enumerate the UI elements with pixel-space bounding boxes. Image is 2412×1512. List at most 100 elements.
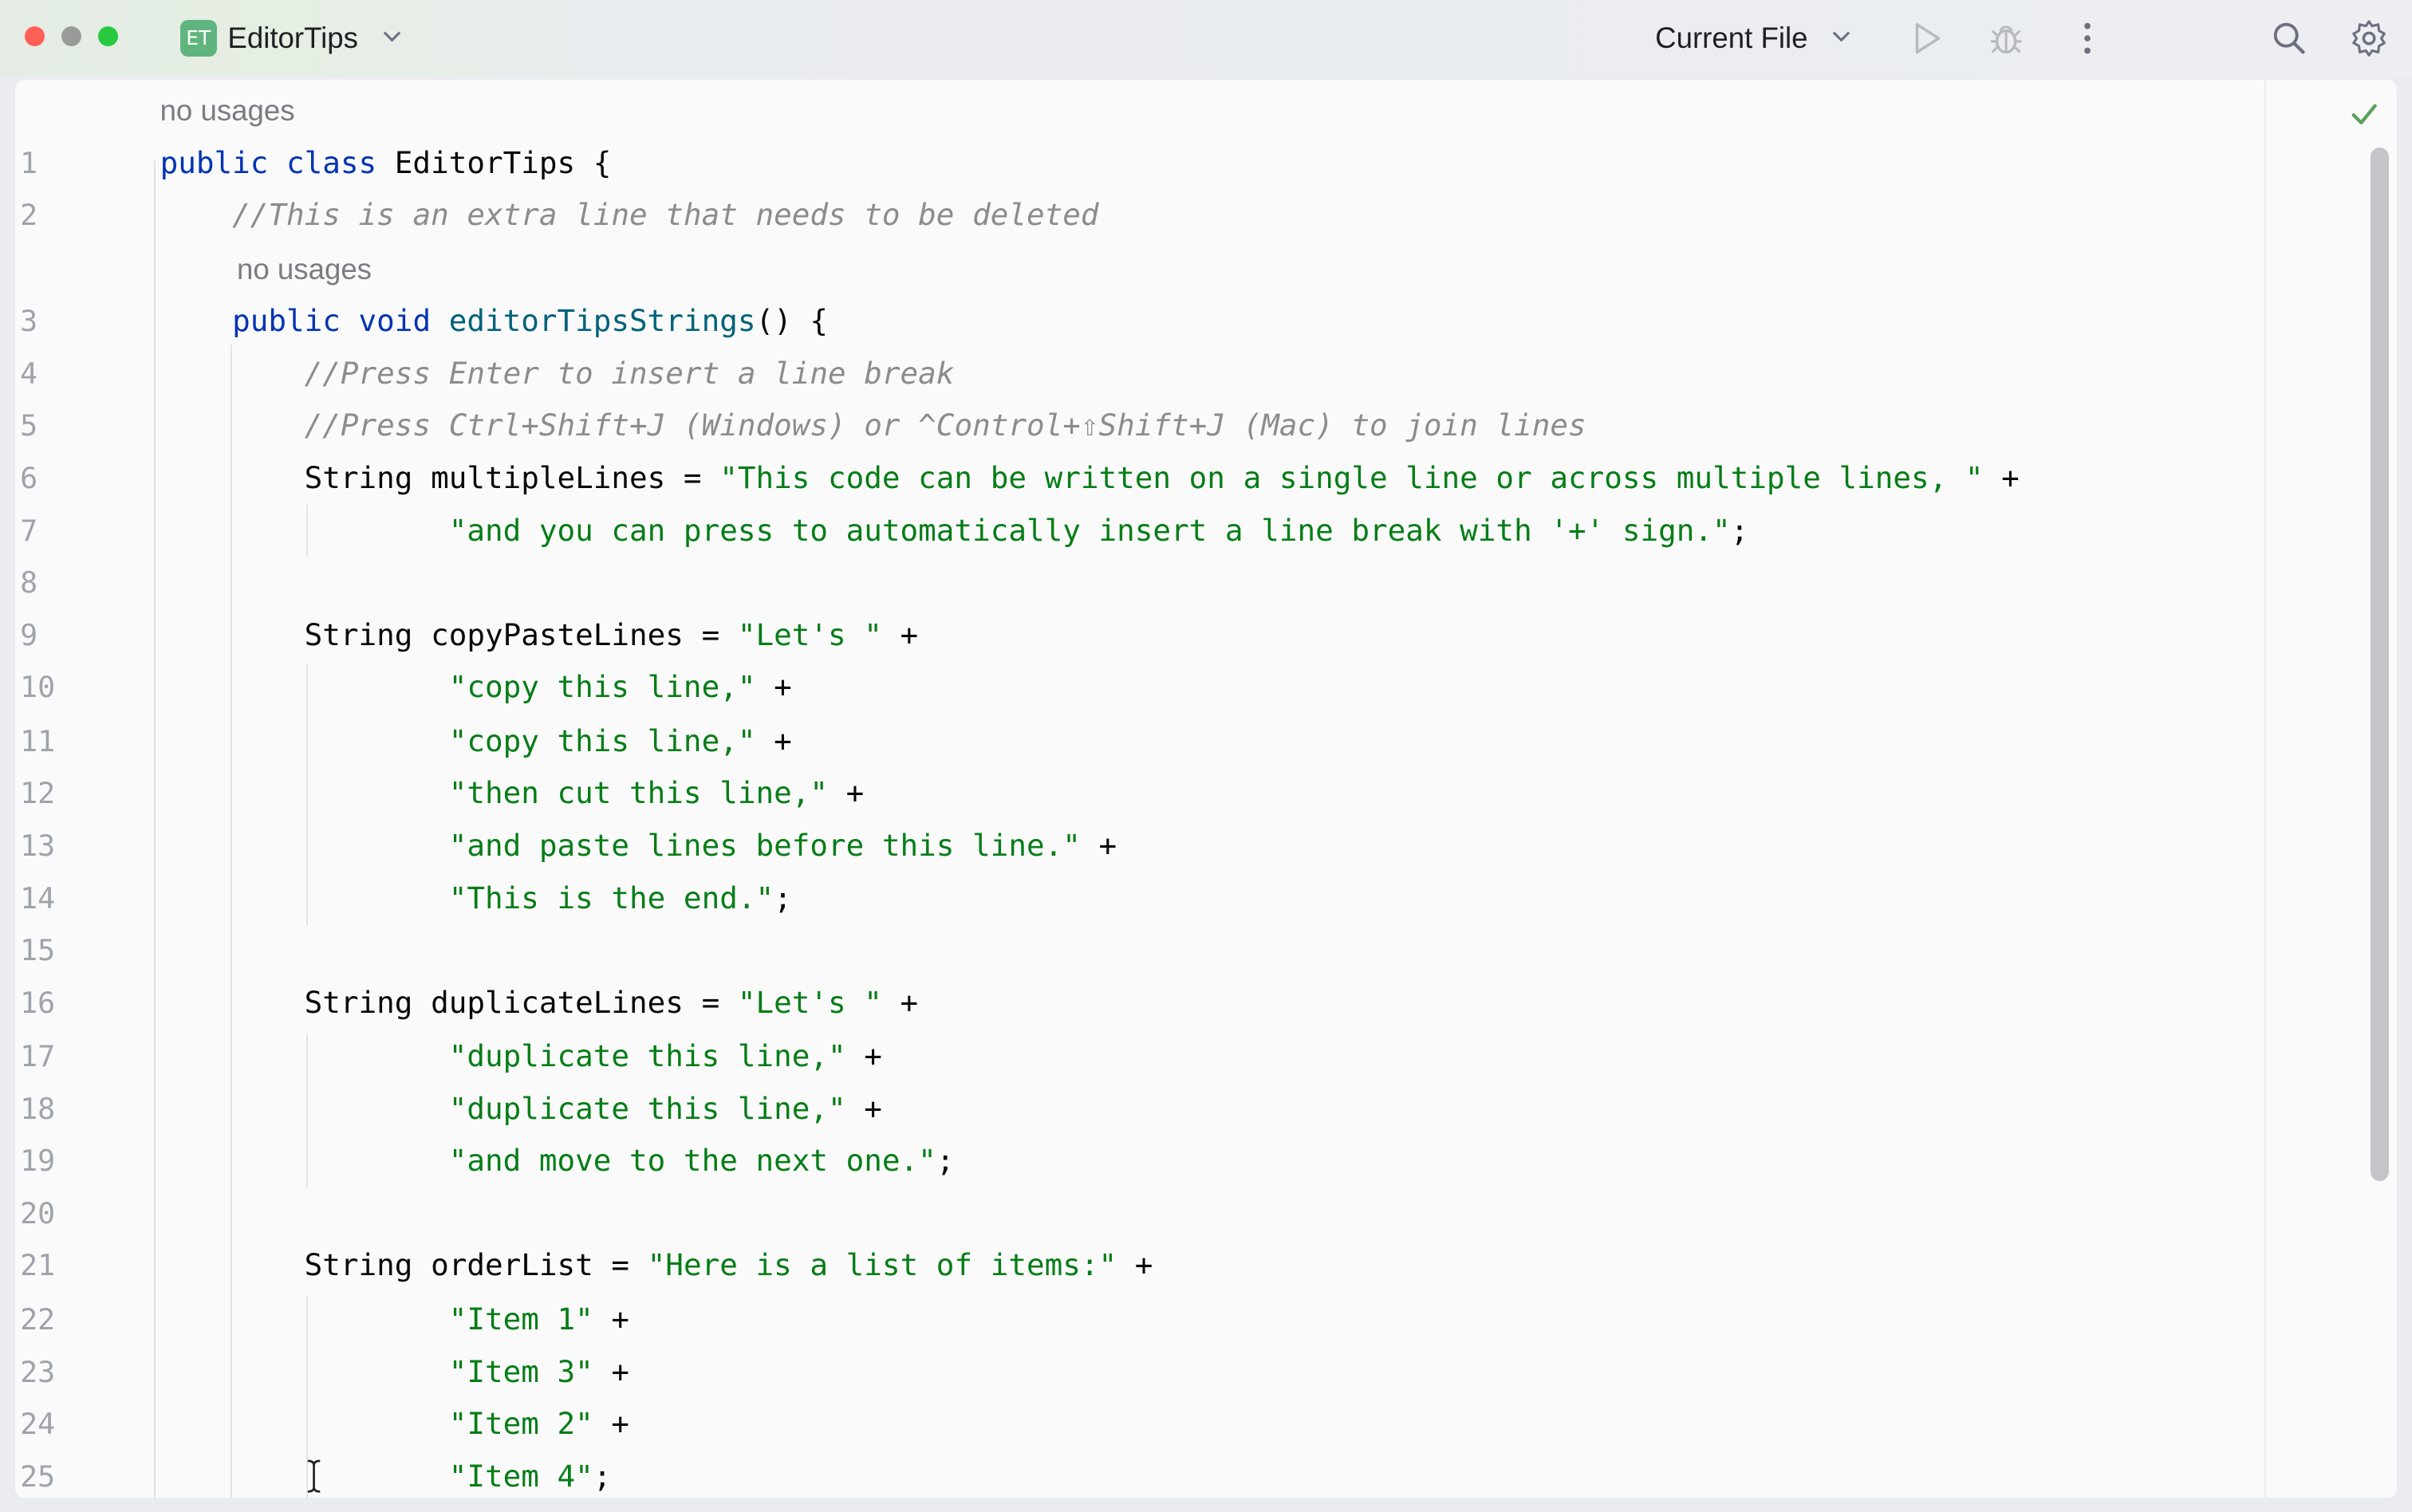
- line-number[interactable]: 12: [20, 767, 81, 820]
- debug-icon[interactable]: [1986, 18, 2026, 58]
- line-number[interactable]: 11: [20, 715, 81, 768]
- code-token: ;: [936, 1143, 955, 1179]
- code-line[interactable]: //Press Enter to insert a line break: [160, 348, 955, 400]
- code-token: ;: [1730, 512, 1749, 548]
- line-number[interactable]: 23: [20, 1346, 81, 1399]
- code-line[interactable]: "This is the end.";: [160, 872, 792, 925]
- code-editor[interactable]: no usages no usages 1 public class Editor…: [15, 80, 2397, 1498]
- string-token: "and paste lines before this line.": [448, 827, 1081, 863]
- code-line[interactable]: "Item 3" +: [160, 1346, 629, 1399]
- line-number[interactable]: 2: [20, 189, 81, 242]
- more-icon[interactable]: [2067, 18, 2107, 58]
- line-number[interactable]: 6: [20, 452, 81, 505]
- line-number[interactable]: 13: [20, 820, 81, 872]
- title-bar: ET EditorTips Current File: [0, 0, 2412, 77]
- chevron-down-icon[interactable]: [381, 25, 403, 46]
- code-line[interactable]: public class EditorTips {: [160, 137, 612, 190]
- line-number[interactable]: 7: [20, 505, 81, 557]
- project-badge[interactable]: ET: [179, 20, 217, 57]
- string-token: "then cut this line,": [448, 775, 829, 811]
- editor-right-gutter: [2264, 80, 2266, 1498]
- code-line[interactable]: public void editorTipsStrings() {: [160, 295, 828, 348]
- line-number[interactable]: 1: [20, 137, 81, 190]
- code-line[interactable]: "then cut this line," +: [160, 767, 865, 820]
- check-icon[interactable]: [2347, 98, 2381, 132]
- code-line[interactable]: "Item 2" +: [160, 1398, 629, 1451]
- line-number[interactable]: 24: [20, 1398, 81, 1451]
- code-line[interactable]: "Item 1" +: [160, 1293, 630, 1346]
- string-token: "This code can be written on a single li…: [719, 460, 1984, 495]
- code-line[interactable]: "and paste lines before this line." +: [160, 820, 1117, 872]
- project-name[interactable]: EditorTips: [227, 20, 358, 57]
- method-name-token: editorTipsStrings: [448, 303, 756, 339]
- code-line[interactable]: "copy this line," +: [160, 661, 792, 714]
- line-number[interactable]: 18: [20, 1083, 81, 1136]
- line-number[interactable]: 4: [20, 348, 81, 400]
- line-number[interactable]: 15: [20, 924, 81, 977]
- usage-hint[interactable]: no usages: [160, 85, 295, 137]
- code-token: EditorTips {: [394, 144, 612, 180]
- settings-icon[interactable]: [2349, 18, 2389, 58]
- code-line[interactable]: String multipleLines = "This code can be…: [160, 452, 2020, 505]
- search-icon[interactable]: [2269, 18, 2309, 58]
- code-token: +: [755, 723, 792, 758]
- line-number[interactable]: 16: [20, 977, 81, 1030]
- line-number[interactable]: 21: [20, 1239, 81, 1292]
- code-line[interactable]: String copyPasteLines = "Let's " +: [160, 609, 919, 662]
- line-number[interactable]: 22: [20, 1293, 81, 1346]
- line-number[interactable]: 8: [20, 557, 81, 609]
- usage-hint[interactable]: no usages: [237, 243, 372, 296]
- code-line[interactable]: "Item 4";: [160, 1451, 612, 1498]
- string-token: "Item 1": [448, 1301, 593, 1337]
- chevron-down-icon[interactable]: [1831, 25, 1852, 46]
- code-line[interactable]: //Press Ctrl+Shift+J (Windows) or ^Contr…: [160, 400, 1586, 452]
- code-token: () {: [755, 303, 829, 339]
- code-token: String multipleLines =: [160, 460, 720, 495]
- string-token: "Let's ": [737, 616, 882, 652]
- code-line[interactable]: String duplicateLines = "Let's " +: [160, 977, 919, 1030]
- code-line[interactable]: "copy this line," +: [160, 715, 792, 768]
- line-number[interactable]: 17: [20, 1030, 81, 1083]
- code-line[interactable]: "duplicate this line," +: [160, 1030, 882, 1083]
- maximize-window-button[interactable]: [98, 26, 119, 46]
- string-token: "Item 2": [448, 1406, 593, 1442]
- code-token: +: [1983, 460, 2020, 495]
- string-token: "Item 4": [448, 1458, 593, 1494]
- line-number[interactable]: 9: [20, 609, 81, 662]
- line-number[interactable]: 25: [20, 1451, 81, 1498]
- code-token: String copyPasteLines =: [160, 616, 738, 652]
- code-line[interactable]: "and you can press to automatically inse…: [160, 505, 1749, 557]
- string-token: "Let's ": [737, 984, 882, 1020]
- code-line[interactable]: "and move to the next one.";: [160, 1135, 955, 1187]
- code-line[interactable]: "duplicate this line," +: [160, 1083, 882, 1136]
- run-icon[interactable]: [1906, 18, 1946, 58]
- line-number[interactable]: 3: [20, 295, 81, 348]
- code-token: String orderList =: [160, 1247, 648, 1283]
- string-token: "and move to the next one.": [448, 1143, 936, 1179]
- line-number[interactable]: 20: [20, 1187, 81, 1240]
- line-number[interactable]: 5: [20, 400, 81, 452]
- code-line[interactable]: String orderList = "Here is a list of it…: [160, 1239, 1153, 1292]
- line-number[interactable]: 14: [20, 872, 81, 925]
- line-number[interactable]: 19: [20, 1135, 81, 1187]
- vertical-scrollbar[interactable]: [2370, 148, 2390, 1182]
- code-token: +: [828, 775, 865, 811]
- minimize-window-button[interactable]: [61, 26, 82, 46]
- line-number[interactable]: 10: [20, 661, 81, 714]
- code-token: +: [593, 1301, 630, 1337]
- code-line[interactable]: //This is an extra line that needs to be…: [160, 189, 1098, 242]
- code-token: +: [845, 1090, 882, 1126]
- run-configuration-selector[interactable]: Current File: [1655, 20, 1807, 57]
- code-token: ;: [593, 1458, 612, 1494]
- close-window-button[interactable]: [24, 26, 45, 46]
